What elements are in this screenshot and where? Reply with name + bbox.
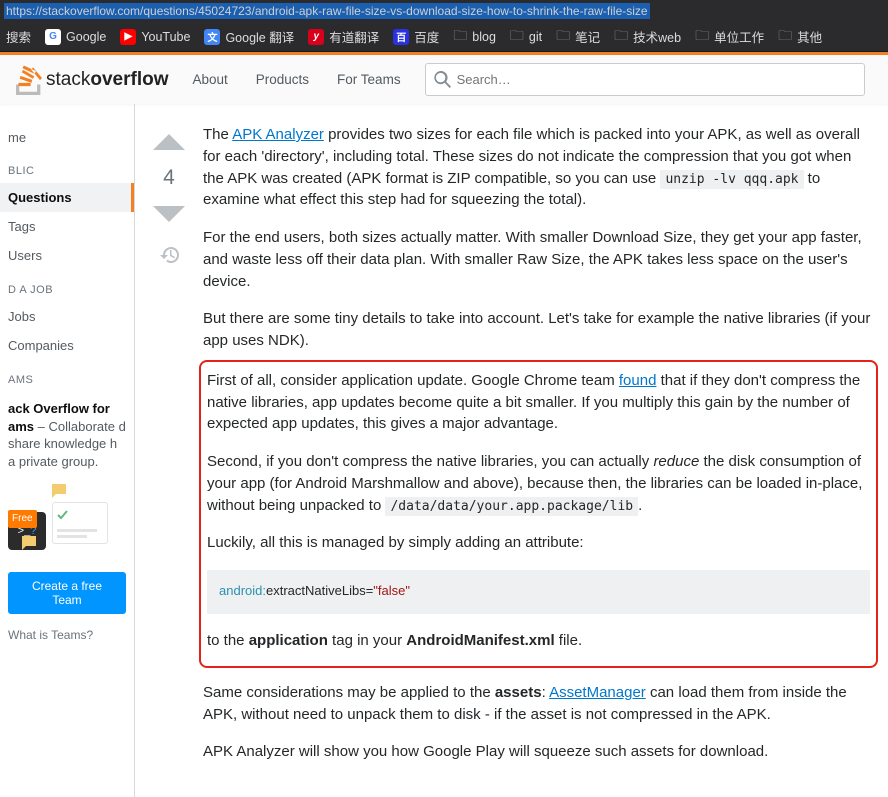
google-icon: G (45, 29, 61, 45)
chat-icon (50, 482, 68, 500)
bookmark-folder-work[interactable]: 🗀单位工作 (695, 25, 764, 49)
paragraph: Same considerations may be applied to th… (203, 682, 874, 726)
bookmark-search[interactable]: 搜索 (6, 27, 31, 46)
sidebar-header-public: BLIC (0, 151, 134, 183)
free-badge: Free (8, 510, 37, 528)
sidebar-item-questions[interactable]: Questions (0, 183, 134, 212)
bookmark-folder-notes[interactable]: 🗀笔记 (556, 25, 600, 49)
bookmark-folder-git[interactable]: 🗀git (510, 25, 542, 49)
sidebar-item-jobs[interactable]: Jobs (0, 302, 134, 331)
nav-products[interactable]: Products (256, 72, 309, 87)
stackoverflow-icon (16, 65, 42, 95)
paragraph: The APK Analyzer provides two sizes for … (203, 124, 874, 211)
inline-code: unzip -lv qqq.apk (660, 170, 803, 189)
header-nav: About Products For Teams (192, 72, 400, 87)
bookmark-folder-blog[interactable]: 🗀blog (453, 25, 496, 49)
youdao-icon: y (308, 29, 324, 45)
folder-icon: 🗀 (453, 25, 467, 49)
bookmark-google[interactable]: GGoogle (45, 29, 106, 45)
stackoverflow-logo[interactable]: stackoverflow (16, 65, 168, 95)
downvote-button[interactable] (151, 196, 187, 232)
left-sidebar: me BLIC Questions Tags Users D A JOB Job… (0, 104, 135, 797)
search-icon (434, 71, 451, 88)
baidu-icon: 百 (393, 29, 409, 45)
bookmark-youdao[interactable]: y有道翻译 (308, 27, 379, 46)
nav-for-teams[interactable]: For Teams (337, 72, 401, 87)
youtube-icon: ▶ (120, 29, 136, 45)
inline-code: /data/data/your.app.package/lib (385, 497, 638, 516)
check-icon (57, 510, 69, 520)
chat-icon (20, 534, 38, 552)
create-team-button[interactable]: Create a free Team (8, 572, 126, 614)
paragraph: First of all, consider application updat… (205, 370, 872, 435)
translate-icon: 文 (204, 29, 220, 45)
site-header: stackoverflow About Products For Teams (0, 52, 888, 104)
search-box[interactable] (425, 63, 865, 96)
search-input[interactable] (457, 72, 856, 87)
paragraph: Luckily, all this is managed by simply a… (205, 532, 872, 554)
folder-icon: 🗀 (510, 25, 524, 49)
highlighted-section: First of all, consider application updat… (199, 360, 878, 668)
apk-analyzer-link[interactable]: APK Analyzer (232, 126, 324, 143)
code-block: android:extractNativeLibs="false" (207, 570, 870, 614)
teams-illustration: >_? Free (8, 480, 126, 550)
paragraph: But there are some tiny details to take … (203, 308, 874, 352)
bookmark-folder-other[interactable]: 🗀其他 (778, 25, 822, 49)
sidebar-header-findjob: D A JOB (0, 270, 134, 302)
bookmark-google-translate[interactable]: 文Google 翻译 (204, 27, 294, 46)
folder-icon: 🗀 (778, 25, 792, 49)
found-link[interactable]: found (619, 372, 657, 389)
bookmark-baidu[interactable]: 百百度 (393, 27, 439, 46)
folder-icon: 🗀 (695, 25, 709, 49)
what-is-teams-link[interactable]: What is Teams? (0, 618, 134, 652)
url-text: https://stackoverflow.com/questions/4502… (4, 3, 650, 19)
teams-promo: ack Overflow for ams – Collaborate d sha… (0, 392, 134, 568)
vote-count: 4 (163, 166, 175, 190)
sidebar-home[interactable]: me (0, 124, 134, 151)
paragraph: Second, if you don't compress the native… (205, 451, 872, 516)
address-bar[interactable]: https://stackoverflow.com/questions/4502… (0, 0, 888, 22)
bookmark-youtube[interactable]: ▶YouTube (120, 29, 190, 45)
bookmarks-bar: 搜索 GGoogle ▶YouTube 文Google 翻译 y有道翻译 百百度… (0, 22, 888, 52)
sidebar-header-teams: AMS (0, 360, 134, 392)
assetmanager-link[interactable]: AssetManager (549, 684, 646, 701)
bookmark-folder-techweb[interactable]: 🗀技术web (614, 25, 681, 49)
folder-icon: 🗀 (556, 25, 570, 49)
paragraph: to the application tag in your AndroidMa… (205, 630, 872, 652)
vote-column: 4 (151, 124, 187, 779)
sidebar-item-companies[interactable]: Companies (0, 331, 134, 360)
sidebar-item-tags[interactable]: Tags (0, 212, 134, 241)
main-content: 4 The APK Analyzer provides two sizes fo… (135, 104, 888, 797)
paragraph: For the end users, both sizes actually m… (203, 227, 874, 292)
paragraph: APK Analyzer will show you how Google Pl… (203, 741, 874, 763)
answer-body: The APK Analyzer provides two sizes for … (203, 124, 874, 779)
sidebar-item-users[interactable]: Users (0, 241, 134, 270)
history-icon[interactable] (160, 246, 179, 264)
folder-icon: 🗀 (614, 25, 628, 49)
upvote-button[interactable] (151, 124, 187, 160)
nav-about[interactable]: About (192, 72, 227, 87)
